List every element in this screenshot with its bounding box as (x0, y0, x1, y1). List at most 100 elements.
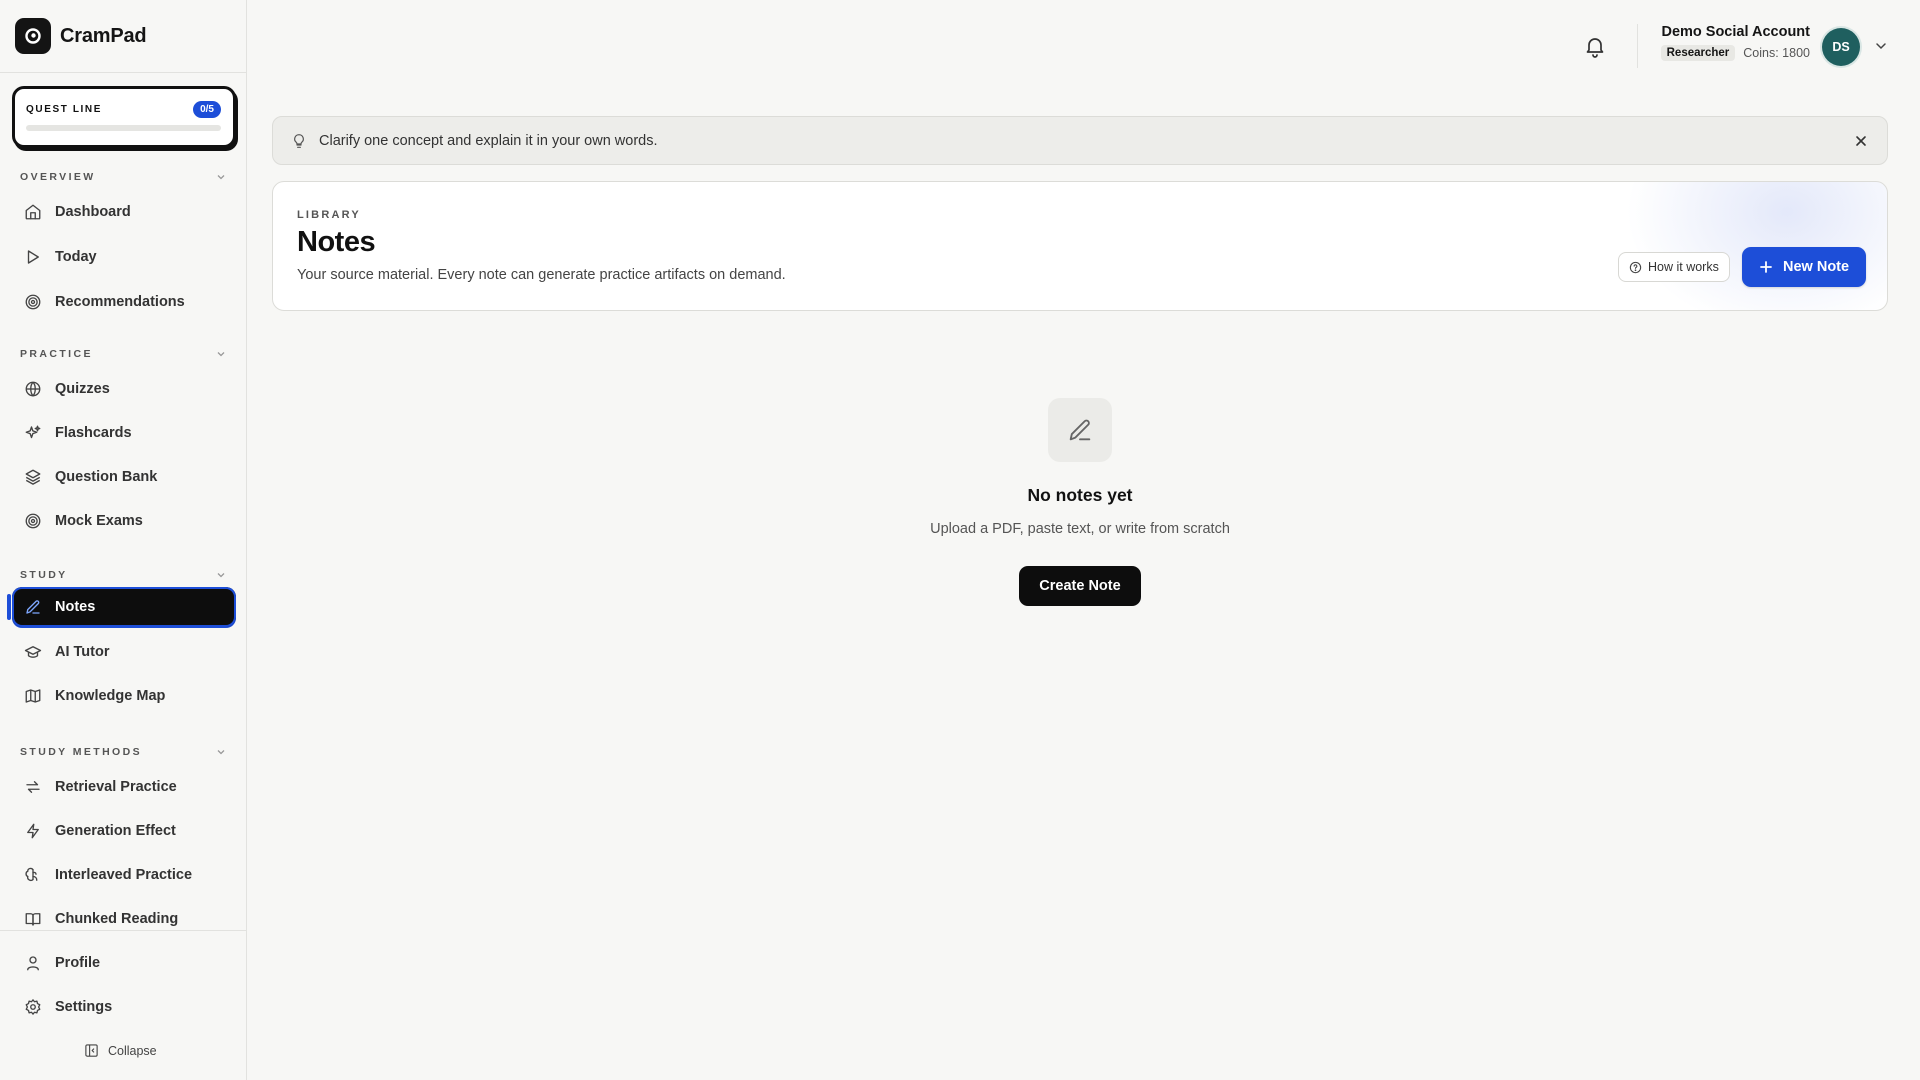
sidebar-item-label: Profile (55, 955, 101, 971)
chevron-down-icon[interactable] (1874, 39, 1888, 53)
sidebar-item-flashcards[interactable]: Flashcards (12, 413, 236, 453)
sidebar-item-label: Generation Effect (55, 823, 176, 839)
globe-icon (25, 381, 41, 397)
section-title: OVERVIEW (20, 171, 96, 183)
quest-line-label: QUEST LINE (26, 104, 103, 115)
user-icon (27, 956, 39, 971)
sidebar-item-label: Notes (55, 599, 96, 615)
chevron-down-icon (217, 573, 225, 578)
empty-state-title: No notes yet (1027, 485, 1133, 505)
gear-icon (25, 999, 41, 1015)
sidebar-item-quizzes[interactable]: Quizzes (12, 369, 236, 409)
tip-text: Clarify one concept and explain it in yo… (319, 132, 658, 149)
logo-icon (15, 18, 51, 54)
avatar[interactable]: DS (1822, 28, 1860, 66)
sidebar-item-mock-exams[interactable]: Mock Exams (12, 501, 236, 541)
sidebar-item-today[interactable]: Today (12, 237, 236, 277)
section-title: STUDY (20, 569, 68, 581)
close-icon[interactable] (1853, 133, 1869, 149)
sidebar-item-label: Flashcards (55, 425, 132, 441)
sidebar-item-label: Dashboard (55, 204, 131, 220)
sidebar: CramPad QUEST LINE 0/5 OVERVIEW Dashboar… (0, 0, 247, 1080)
sidebar-item-label: Retrieval Practice (55, 779, 177, 795)
sidebar-item-retrieval-practice[interactable]: Retrieval Practice (12, 767, 236, 807)
account-name: Demo Social Account (1661, 24, 1810, 40)
section-title: PRACTICE (20, 348, 93, 360)
quest-progress-badge: 0/5 (193, 101, 221, 118)
chevron-down-icon (217, 352, 225, 357)
sidebar-item-recommendations[interactable]: Recommendations (12, 282, 236, 322)
pencil-icon (26, 600, 40, 614)
new-note-button[interactable]: New Note (1742, 247, 1867, 287)
how-it-works-button[interactable]: How it works (1618, 252, 1730, 282)
section-study-methods[interactable]: STUDY METHODS (20, 746, 226, 758)
create-note-button[interactable]: Create Note (1019, 566, 1141, 606)
app-name: CramPad (60, 24, 147, 47)
sidebar-item-label: Today (55, 249, 97, 265)
help-circle-icon (1629, 261, 1642, 273)
collapse-button[interactable]: Collapse (84, 1043, 157, 1058)
divider (1637, 24, 1638, 68)
coins-count: Coins: 1800 (1743, 46, 1810, 60)
section-study[interactable]: STUDY (20, 569, 226, 581)
tip-banner: Clarify one concept and explain it in yo… (272, 116, 1888, 165)
sidebar-item-label: Recommendations (55, 294, 185, 310)
pencil-icon (1048, 398, 1112, 462)
sidebar-item-label: Chunked Reading (55, 911, 179, 927)
sidebar-item-label: Knowledge Map (55, 688, 166, 704)
chevron-down-icon (217, 175, 225, 180)
target-icon (25, 294, 41, 310)
sidebar-item-interleaved-practice[interactable]: Interleaved Practice (12, 855, 236, 895)
sidebar-item-dashboard[interactable]: Dashboard (12, 192, 236, 232)
how-it-works-label: How it works (1648, 260, 1719, 274)
sidebar-item-chunked-reading[interactable]: Chunked Reading (12, 899, 236, 928)
target-icon (25, 513, 41, 529)
layers-icon (25, 469, 41, 485)
brand[interactable]: CramPad (15, 18, 147, 54)
sidebar-item-label: Interleaved Practice (55, 867, 193, 883)
book-open-icon (25, 913, 41, 926)
sidebar-item-notes[interactable]: Notes (12, 587, 236, 627)
graduation-cap-icon (24, 646, 42, 658)
new-note-label: New Note (1783, 259, 1850, 275)
sidebar-item-profile[interactable]: Profile (12, 943, 236, 983)
quest-progress-bar (26, 125, 221, 131)
chevron-down-icon (217, 750, 225, 755)
library-header-card: LIBRARY Notes Your source material. Ever… (272, 181, 1888, 311)
sidebar-item-question-bank[interactable]: Question Bank (12, 457, 236, 497)
map-icon (25, 689, 41, 703)
section-title: STUDY METHODS (20, 746, 143, 758)
quest-line-card[interactable]: QUEST LINE 0/5 (12, 86, 236, 148)
section-practice[interactable]: PRACTICE (20, 348, 226, 360)
repeat-icon (26, 781, 40, 793)
sidebar-nav[interactable]: OVERVIEW Dashboard Today Recommendations… (0, 160, 246, 928)
zap-icon (27, 823, 39, 839)
lightbulb-icon (294, 133, 304, 148)
home-icon (25, 204, 41, 220)
account-info[interactable]: Demo Social Account Researcher Coins: 18… (1660, 24, 1810, 61)
sidebar-item-ai-tutor[interactable]: AI Tutor (12, 632, 236, 672)
active-indicator (7, 594, 11, 620)
plus-icon (1760, 261, 1772, 273)
role-badge: Researcher (1660, 45, 1736, 61)
sidebar-item-label: Mock Exams (55, 513, 143, 529)
sidebar-collapse-icon (85, 1044, 98, 1057)
sidebar-item-settings[interactable]: Settings (12, 987, 236, 1027)
sidebar-item-knowledge-map[interactable]: Knowledge Map (12, 676, 236, 716)
play-icon (27, 250, 39, 264)
notifications-bell-icon[interactable] (1583, 34, 1607, 58)
empty-state-subtitle: Upload a PDF, paste text, or write from … (930, 521, 1230, 537)
page-title: Notes (297, 226, 376, 258)
section-overview[interactable]: OVERVIEW (20, 171, 226, 183)
sidebar-item-label: Quizzes (55, 381, 110, 397)
sidebar-item-generation-effect[interactable]: Generation Effect (12, 811, 236, 851)
collapse-label: Collapse (108, 1043, 157, 1058)
library-eyebrow: LIBRARY (297, 209, 361, 221)
brain-icon (25, 867, 38, 882)
divider (0, 72, 246, 73)
page-subtitle: Your source material. Every note can gen… (297, 267, 786, 283)
decorative-glow (1627, 182, 1887, 310)
sidebar-item-label: Question Bank (55, 469, 158, 485)
sidebar-item-label: Settings (55, 999, 113, 1015)
sidebar-item-label: AI Tutor (55, 644, 110, 660)
